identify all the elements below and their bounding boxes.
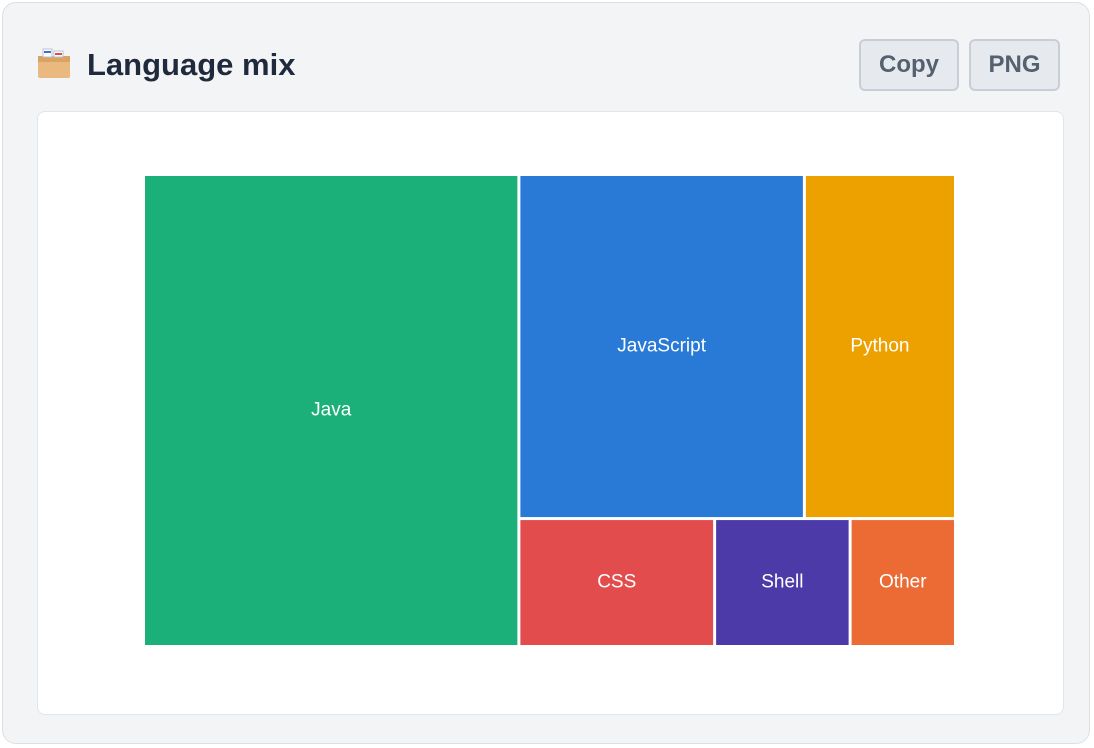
treemap-label-java: Java (311, 400, 352, 421)
card-header: Language mix Copy PNG (3, 3, 1089, 113)
png-export-button[interactable]: PNG (969, 39, 1060, 91)
copy-button[interactable]: Copy (859, 39, 959, 91)
treemap-label-javascript: JavaScript (617, 336, 706, 357)
treemap-label-shell: Shell (761, 572, 803, 593)
panel-title: Language mix (87, 47, 296, 82)
treemap-label-other: Other (879, 572, 927, 593)
treemap-chart: Java JavaScript Python CSS Shell Other (145, 176, 954, 645)
treemap-label-css: CSS (597, 572, 636, 593)
chart-panel: Java JavaScript Python CSS Shell Other (37, 111, 1064, 715)
treemap-label-python: Python (850, 336, 909, 357)
card-file-box-icon (38, 48, 70, 78)
language-mix-card: Language mix Copy PNG Java JavaScript Pyth… (2, 2, 1090, 744)
